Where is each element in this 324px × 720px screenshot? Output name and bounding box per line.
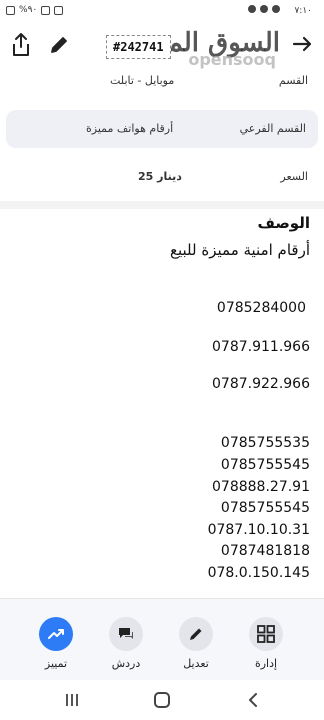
promote-label: تمييز	[44, 657, 68, 670]
chat-button[interactable]: دردش	[96, 617, 156, 670]
app-logo-sub: opensooq	[188, 50, 276, 69]
description-line: 0787.10.10.31	[207, 522, 310, 538]
description-line: 0785284000	[216, 300, 306, 316]
status-time: ٧:١٠	[294, 6, 312, 16]
chat-label: دردش	[111, 657, 141, 670]
wifi-icon	[54, 5, 64, 15]
section-label: القسم	[278, 74, 308, 87]
system-nav-bar	[0, 680, 324, 720]
price-value: 25 دينار	[138, 170, 182, 183]
subsection-value: أرقام هواتف مميزة	[86, 122, 174, 135]
recents-icon[interactable]	[65, 693, 79, 707]
promote-button[interactable]: تمييز	[26, 617, 86, 670]
edit-pencil-icon[interactable]	[48, 34, 70, 56]
subsection-label: القسم الفرعي	[239, 122, 306, 135]
description-line: 078888.27.91	[212, 479, 310, 495]
price-label: السعر	[280, 170, 308, 183]
section-row: القسم موبايل - تابلت	[0, 72, 324, 98]
notification-icon	[272, 5, 280, 13]
share-icon[interactable]	[10, 32, 32, 58]
chat-bubble-icon	[109, 617, 143, 651]
edit-label: تعديل	[183, 657, 209, 670]
description-line: 0785755535	[220, 435, 310, 451]
price-row: السعر 25 دينار	[0, 168, 324, 190]
subsection-row: القسم الفرعي أرقام هواتف مميزة	[6, 110, 318, 148]
manage-button[interactable]: إدارة	[236, 617, 296, 670]
manage-label: إدارة	[254, 657, 278, 670]
back-arrow-icon[interactable]	[290, 32, 314, 56]
section-value: موبايل - تابلت	[110, 74, 175, 87]
action-bar: إدارة تعديل دردش تمييز	[0, 598, 324, 680]
description-line: 0787.922.966	[212, 376, 310, 392]
grid-icon	[249, 617, 283, 651]
description-title: الوصف	[257, 214, 310, 232]
description-line: 0787481818	[220, 543, 310, 559]
notification-icon	[260, 5, 268, 13]
description-line: أرقام امنية مميزة للبيع	[170, 241, 310, 259]
description-line: 0787.911.966	[212, 339, 310, 355]
description-line: 078.0.150.145	[207, 565, 310, 581]
battery-percent: %٩٠	[19, 5, 38, 15]
pencil-icon	[179, 617, 213, 651]
notification-icon	[248, 5, 256, 13]
trending-up-icon	[39, 617, 73, 651]
battery-icon	[6, 5, 15, 15]
nav-back-icon[interactable]	[246, 692, 262, 708]
status-bar: %٩٠ ٧:١٠	[0, 0, 324, 24]
edit-button[interactable]: تعديل	[166, 617, 226, 670]
description-line: 0785755545	[220, 500, 310, 516]
section-divider	[0, 201, 324, 209]
ad-id-badge[interactable]: #242741	[106, 35, 171, 59]
signal-icon	[41, 5, 51, 15]
description-line: 0785755545	[220, 457, 310, 473]
notification-icons	[248, 5, 280, 13]
status-left: %٩٠	[6, 5, 64, 15]
home-icon[interactable]	[154, 692, 170, 708]
